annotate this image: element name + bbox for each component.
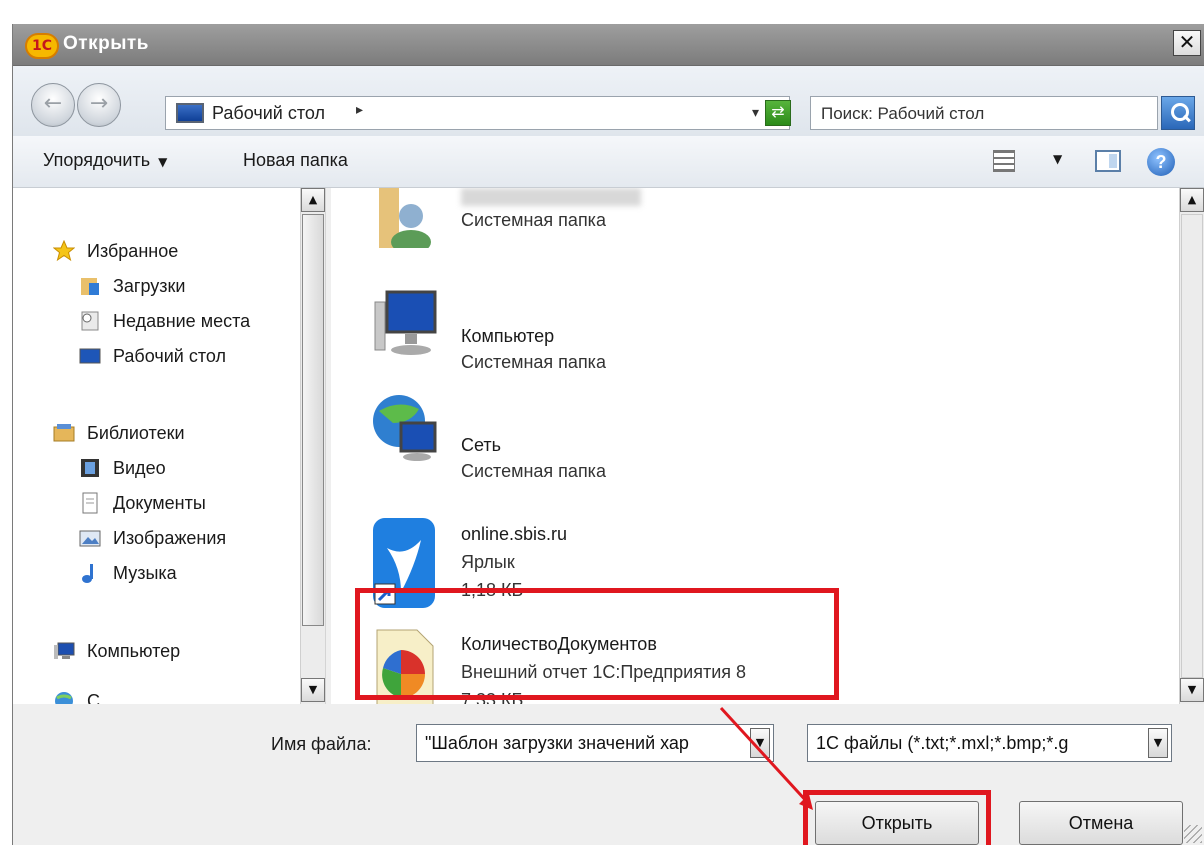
back-button[interactable]: ← [31, 83, 75, 127]
file-name: Сеть [461, 435, 502, 455]
scroll-down-icon[interactable]: ▼ [301, 678, 325, 702]
file-type: Ярлык [461, 552, 515, 572]
organize-caret-icon: ▼ [158, 155, 168, 169]
user-folder-icon [379, 188, 431, 248]
search-icon[interactable] [1161, 96, 1195, 130]
file-name: online.sbis.ru [461, 524, 568, 544]
resize-grip-icon[interactable] [1184, 825, 1202, 843]
toolbar: Упорядочить ▼ Новая папка ▼ ? [13, 136, 1204, 188]
sidebar-item-label: Избранное [87, 241, 179, 261]
cancel-button[interactable]: Отмена [1019, 801, 1183, 845]
app-logo-icon: 1С [25, 33, 59, 59]
star-icon [53, 240, 75, 262]
sidebar-item-label: Рабочий стол [113, 346, 226, 366]
open-file-dialog: 1С Открыть ✕ ← → Рабочий стол ▸ ▾ ⇄ Поис… [12, 24, 1204, 845]
sidebar-item-label: Библиотеки [87, 423, 185, 443]
desktop-icon [176, 103, 204, 123]
forward-arrow-icon: → [89, 91, 109, 116]
music-note-icon [82, 564, 93, 583]
search-input[interactable]: Поиск: Рабочий стол [810, 96, 1158, 130]
network-icon [373, 395, 437, 461]
documents-icon [82, 492, 98, 514]
breadcrumb-arrow-icon[interactable]: ▸ [356, 102, 363, 118]
address-bar[interactable]: Рабочий стол ▸ ▾ [165, 96, 790, 130]
sidebar-item-label: Загрузки [113, 276, 186, 296]
navigation-pane: Избранное Загрузки Недавние места Рабочи… [13, 188, 326, 704]
sidebar-item-label: Документы [113, 493, 206, 513]
desktop-icon [79, 348, 101, 364]
scroll-up-icon[interactable]: ▲ [301, 188, 325, 212]
forward-button[interactable]: → [77, 83, 121, 127]
file-type: Системная папка [461, 352, 606, 372]
sidebar-item-label: Компьютер [87, 641, 181, 661]
address-dropdown-icon[interactable]: ▾ [752, 105, 759, 121]
sidebar-item-label: Изображения [113, 528, 227, 548]
filename-label: Имя файла: [271, 734, 372, 754]
new-folder-button[interactable]: Новая папка [243, 150, 348, 171]
organize-label: Упорядочить [43, 150, 151, 170]
video-icon [81, 459, 99, 477]
selected-file-highlight [355, 588, 839, 700]
sidebar-item-label: Недавние места [113, 311, 251, 331]
computer-icon [54, 642, 75, 659]
sidebar-scrollbar[interactable]: ▲ ▼ [300, 188, 325, 704]
sidebar-item-label: С [87, 691, 100, 704]
filename-value: "Шаблон загрузки значений хар [425, 733, 689, 753]
filetype-value: 1С файлы (*.txt;*.mxl;*.bmp;*.g [816, 733, 1069, 753]
filetype-dropdown-icon[interactable]: ▼ [1148, 728, 1168, 758]
sidebar-item-label: Видео [113, 458, 166, 478]
views-caret-icon[interactable]: ▼ [1053, 152, 1062, 166]
network-icon [55, 692, 73, 704]
file-list-scrollbar[interactable]: ▲ ▼ [1179, 188, 1204, 704]
refresh-button[interactable]: ⇄ [765, 100, 791, 126]
list-item[interactable]: Компьютер Системная папка [331, 288, 1031, 388]
file-type: Системная папка [461, 210, 606, 230]
scroll-up-icon[interactable]: ▲ [1180, 188, 1204, 212]
back-arrow-icon: ← [43, 91, 63, 116]
computer-icon [374, 290, 437, 355]
libraries-icon [53, 424, 75, 442]
filetype-select[interactable]: 1С файлы (*.txt;*.mxl;*.bmp;*.g ▼ [807, 724, 1172, 762]
address-bar-row: ← → Рабочий стол ▸ ▾ ⇄ Поиск: Рабочий ст… [13, 66, 1204, 136]
views-icon[interactable] [993, 150, 1015, 172]
scroll-down-icon[interactable]: ▼ [1180, 678, 1204, 702]
open-button-highlight [803, 790, 991, 845]
title-bar[interactable]: 1С Открыть ✕ [13, 24, 1204, 66]
scroll-track[interactable] [1181, 214, 1203, 678]
preview-pane-icon[interactable] [1095, 150, 1121, 172]
list-item[interactable]: Системная папка [331, 188, 1031, 268]
file-type: Системная папка [461, 461, 606, 481]
organize-button[interactable]: Упорядочить ▼ [43, 150, 167, 171]
close-button[interactable]: ✕ [1173, 30, 1201, 56]
file-name: Компьютер [461, 326, 555, 346]
sidebar-item-label: Музыка [113, 563, 177, 583]
downloads-folder-icon [81, 278, 99, 295]
pictures-icon [79, 530, 101, 547]
dialog-title: Открыть [63, 33, 149, 54]
address-text[interactable]: Рабочий стол [212, 103, 325, 124]
help-icon[interactable]: ? [1147, 148, 1175, 176]
scroll-thumb[interactable] [302, 214, 324, 626]
recent-places-icon [81, 311, 99, 331]
file-name-blurred [461, 188, 641, 206]
search-placeholder: Поиск: Рабочий стол [821, 104, 985, 123]
list-item[interactable]: Сеть Системная папка [331, 393, 1031, 493]
